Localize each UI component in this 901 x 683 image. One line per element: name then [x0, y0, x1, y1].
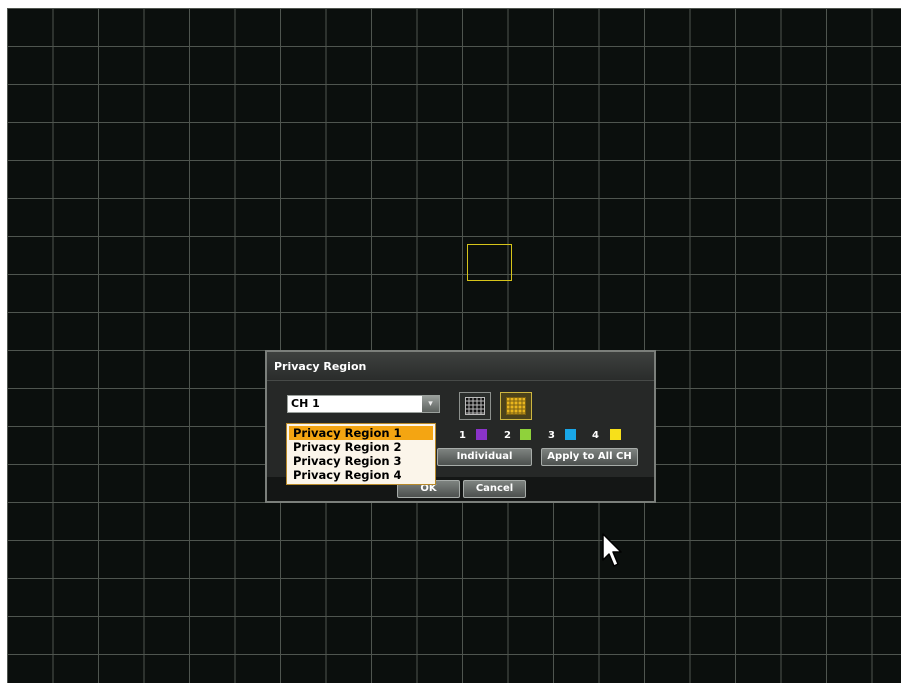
region-2-label: 2 [504, 430, 511, 441]
channel-select[interactable]: CH 1 ▾ [287, 395, 440, 413]
mouse-pointer-icon [602, 533, 622, 567]
dialog-title: Privacy Region [267, 352, 654, 381]
grid-small-button[interactable] [459, 392, 491, 420]
region-option-3[interactable]: Privacy Region 3 [289, 454, 433, 468]
region-option-4[interactable]: Privacy Region 4 [289, 468, 433, 482]
region-option-2[interactable]: Privacy Region 2 [289, 440, 433, 454]
region-3-label: 3 [548, 430, 555, 441]
grid-large-icon [506, 397, 526, 415]
cancel-button[interactable]: Cancel [463, 480, 526, 498]
chevron-down-icon[interactable]: ▾ [422, 396, 439, 412]
region-1-label: 1 [459, 430, 466, 441]
region-4-swatch[interactable] [610, 429, 621, 440]
apply-to-all-ch-button[interactable]: Apply to All CH [541, 448, 638, 466]
region-3-swatch[interactable] [565, 429, 576, 440]
selected-privacy-cell[interactable] [467, 244, 512, 281]
region-option-1[interactable]: Privacy Region 1 [289, 426, 433, 440]
region-2-swatch[interactable] [520, 429, 531, 440]
grid-small-icon [465, 397, 485, 415]
video-grid-canvas[interactable] [7, 8, 901, 683]
privacy-region-dropdown-list[interactable]: Privacy Region 1 Privacy Region 2 Privac… [286, 423, 436, 485]
region-4-label: 4 [592, 430, 599, 441]
grid-large-button[interactable] [500, 392, 532, 420]
individual-button[interactable]: Individual [437, 448, 532, 466]
region-1-swatch[interactable] [476, 429, 487, 440]
channel-select-value: CH 1 [291, 397, 320, 410]
